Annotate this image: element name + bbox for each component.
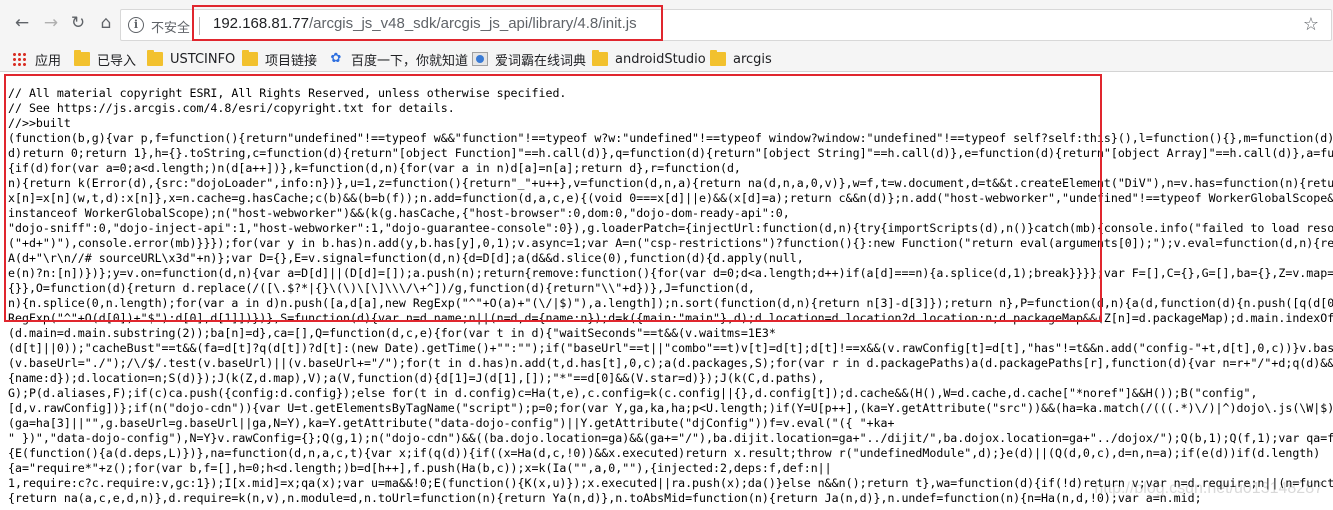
bookmark-label: 爱词霸在线词典: [495, 53, 587, 69]
url-highlight-box: [192, 5, 663, 41]
info-icon[interactable]: i: [128, 17, 144, 33]
folder-icon: [592, 50, 608, 66]
folder-icon: [242, 50, 258, 66]
bookmark-ustcinfo[interactable]: USTCINFO: [147, 49, 235, 69]
code-line: (d[t]||0));"cacheBust"==t&&(fa=d[t]?q(d[…: [8, 341, 1333, 355]
code-line: " })","data-dojo-config"),N=Y}v.rawConfi…: [8, 431, 1333, 445]
arrow-left-icon[interactable]: ←: [12, 13, 32, 33]
page-content: // All material copyright ESRI, All Righ…: [0, 73, 1333, 510]
browser-toolbar: ← → ↻ ⌂ i 不安全 192.168.81.77/arcgis_js_v4…: [0, 0, 1333, 46]
code-highlight-box: [4, 74, 1102, 322]
bookmark-label: 应用: [35, 53, 62, 69]
bookmark-label: androidStudio: [615, 51, 706, 67]
folder-icon: [710, 50, 726, 66]
bookmark-imported[interactable]: 已导入: [74, 49, 136, 69]
bookmark-androidstudio[interactable]: androidStudio: [592, 49, 706, 69]
code-line: [d,v.rawConfig])};if(n("dojo-cdn")){var …: [8, 401, 1333, 415]
bookmark-apps[interactable]: 应用: [12, 49, 61, 69]
bookmark-label: 项目链接: [265, 53, 318, 69]
folder-icon: [74, 50, 90, 66]
bookmark-project-links[interactable]: 项目链接: [242, 49, 317, 69]
arrow-right-icon[interactable]: →: [41, 13, 61, 33]
bookmark-label: 百度一下，你就知道: [351, 53, 469, 69]
bookmark-iciba[interactable]: 爱词霸在线词典: [472, 49, 586, 69]
baidu-paw-icon: ✿: [330, 51, 342, 66]
bookmark-arcgis[interactable]: arcgis: [710, 49, 772, 69]
code-line: {a="require*"+z();for(var b,f=[],h=0;h<d…: [8, 461, 832, 475]
bookmark-baidu[interactable]: ✿ 百度一下，你就知道: [328, 49, 468, 69]
home-icon[interactable]: ⌂: [96, 13, 116, 33]
code-line: (ga=ha[3]||"",g.baseUrl=g.baseUrl||ga,N=…: [8, 416, 895, 430]
reload-icon[interactable]: ↻: [68, 13, 88, 33]
star-icon[interactable]: ☆: [1303, 14, 1319, 35]
code-line: (d.main=d.main.substring(2));ba[n]=d},ca…: [8, 326, 776, 340]
code-line: (v.baseUrl="./");/\/$/.test(v.baseUrl)||…: [8, 356, 1333, 370]
code-line: G);P(d.aliases,F);if(c)ca.push({config:d…: [8, 386, 1258, 400]
bookmark-label: arcgis: [733, 51, 772, 67]
bookmarks-bar: 应用 已导入 USTCINFO 项目链接 ✿ 百度一下，你就知道 爱词霸在线词典…: [0, 46, 1333, 72]
bookmark-label: USTCINFO: [170, 51, 236, 67]
watermark: http://blog.csdn.net/u013148287: [1094, 480, 1323, 497]
security-label[interactable]: 不安全: [151, 17, 190, 36]
apps-icon: [12, 52, 28, 66]
code-line: {return na(a,c,e,d,n)},d.require=k(n,v),…: [8, 491, 1202, 505]
dictionary-icon: [472, 52, 488, 66]
code-line: {E(function(){a(d.deps,L)})},na=function…: [8, 446, 1321, 460]
folder-icon: [147, 50, 163, 66]
code-line: {name:d});d.location=n;S(d)});J(k(Z,d.ma…: [8, 371, 825, 385]
bookmark-label: 已导入: [97, 53, 137, 69]
